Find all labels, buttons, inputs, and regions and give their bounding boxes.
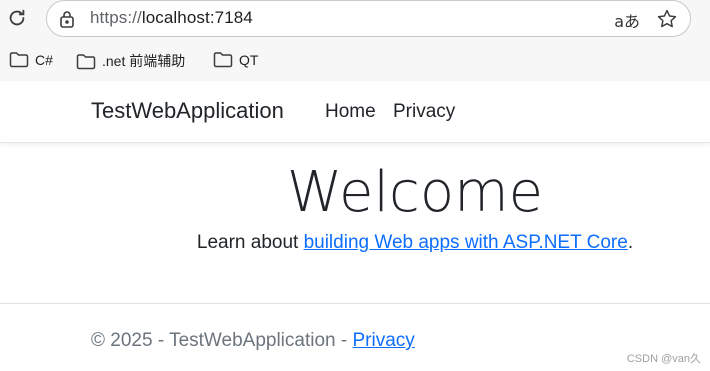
footer: © 2025 - TestWebApplication - Privacy [91,330,415,352]
bookmarks-bar: C# .net 前端辅助 QT [0,44,710,78]
url-text[interactable]: https://localhost:7184 [90,8,253,28]
footer-copyright: © 2025 - TestWebApplication - [91,330,353,351]
read-aloud-icon[interactable]: aあ [614,8,640,32]
aspnet-docs-link[interactable]: building Web apps with ASP.NET Core [304,232,628,253]
favorite-star-icon[interactable] [656,8,678,30]
watermark: CSDN @van久 [626,353,701,365]
bookmark-label: QT [239,51,259,68]
intro-paragraph: Learn about building Web apps with ASP.N… [0,232,710,254]
welcome-heading: Welcome [286,160,544,225]
folder-icon [213,52,233,68]
reload-icon[interactable] [5,6,29,30]
footer-divider [0,303,710,304]
bookmark-folder-qt[interactable]: QT [213,51,258,68]
bookmark-folder-net[interactable]: .net 前端辅助 [76,51,185,71]
bookmark-label: C# [35,51,53,68]
footer-privacy-link[interactable]: Privacy [353,330,415,351]
site-navbar: TestWebApplication Home Privacy [0,81,710,143]
address-bar[interactable]: https://localhost:7184 aあ [46,0,691,37]
site-info-icon[interactable] [59,10,75,28]
bookmark-folder-csharp[interactable]: C# [9,51,53,68]
nav-privacy-link[interactable]: Privacy [393,101,455,123]
folder-icon [76,53,96,69]
intro-text: Learn about [196,232,304,253]
browser-chrome: https://localhost:7184 aあ C# .net 前端辅助 Q… [0,0,710,81]
folder-icon [9,52,29,68]
bookmark-label: .net 前端辅助 [102,53,186,69]
nav-home-link[interactable]: Home [325,101,376,123]
intro-period: . [627,232,634,253]
brand-link[interactable]: TestWebApplication [91,98,284,124]
